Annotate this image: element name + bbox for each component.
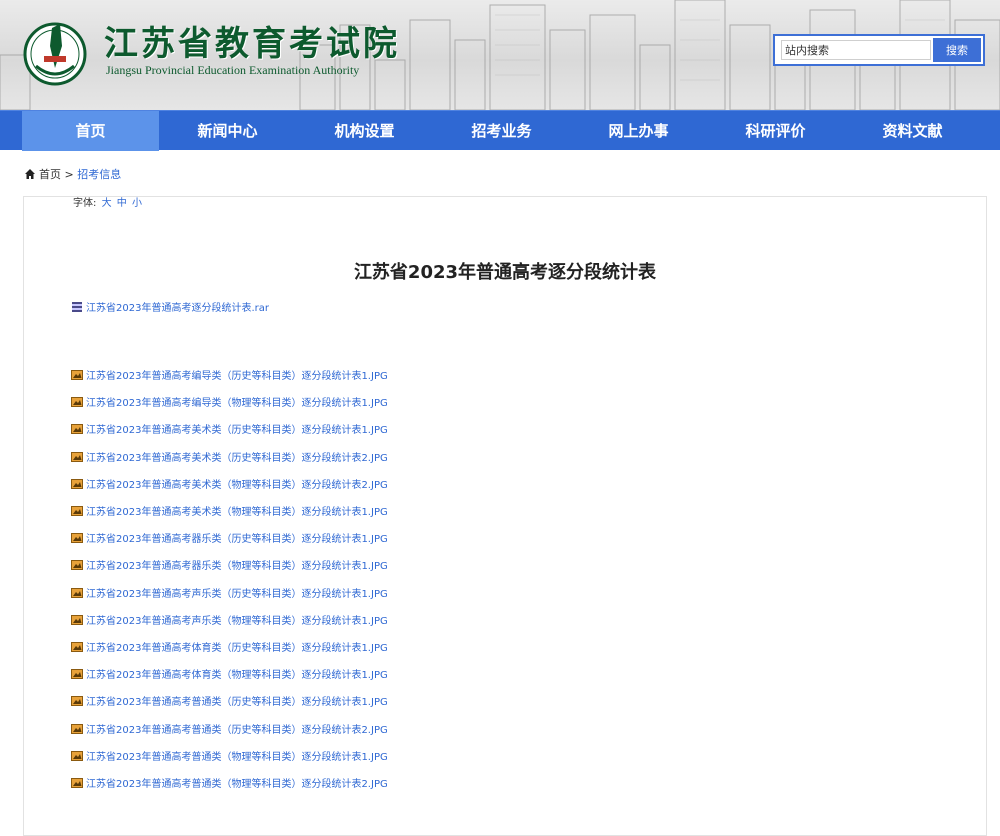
nav-item-home[interactable]: 首页 bbox=[22, 111, 159, 151]
image-file-icon bbox=[71, 696, 83, 707]
nav-item-research[interactable]: 科研评价 bbox=[707, 111, 844, 151]
image-attachment-name[interactable]: 江苏省2023年普通高考美术类（历史等科目类）逐分段统计表2.JPG bbox=[86, 453, 388, 464]
site-header: 江苏省教育考试院 Jiangsu Provincial Education Ex… bbox=[0, 0, 1000, 110]
image-attachment-link[interactable]: 江苏省2023年普通高考体育类（物理等科目类）逐分段统计表1.JPG bbox=[71, 668, 388, 684]
font-size-small[interactable]: 小 bbox=[132, 198, 142, 209]
image-attachment-name[interactable]: 江苏省2023年普通高考普通类（物理等科目类）逐分段统计表1.JPG bbox=[86, 752, 388, 763]
image-attachment-name[interactable]: 江苏省2023年普通高考体育类（历史等科目类）逐分段统计表1.JPG bbox=[86, 643, 388, 654]
image-attachment-name[interactable]: 江苏省2023年普通高考美术类（历史等科目类）逐分段统计表1.JPG bbox=[86, 425, 388, 436]
image-file-icon bbox=[71, 560, 83, 571]
image-attachment-name[interactable]: 江苏省2023年普通高考普通类（物理等科目类）逐分段统计表2.JPG bbox=[86, 779, 388, 790]
logo-english-name[interactable]: Jiangsu Provincial Education Examination… bbox=[106, 63, 359, 77]
article-title: 江苏省2023年普通高考逐分段统计表 bbox=[353, 262, 657, 283]
image-file-icon bbox=[71, 669, 83, 680]
image-attachment-name[interactable]: 江苏省2023年普通高考普通类（历史等科目类）逐分段统计表1.JPG bbox=[86, 697, 388, 708]
font-size-label: 字体: bbox=[73, 198, 97, 209]
image-file-icon bbox=[71, 723, 83, 734]
image-attachment-link[interactable]: 江苏省2023年普通高考普通类（历史等科目类）逐分段统计表2.JPG bbox=[71, 723, 388, 739]
image-attachment-link[interactable]: 江苏省2023年普通高考美术类（物理等科目类）逐分段统计表2.JPG bbox=[71, 478, 388, 494]
breadcrumb-separator: > bbox=[64, 168, 74, 181]
image-attachment-name[interactable]: 江苏省2023年普通高考普通类（历史等科目类）逐分段统计表2.JPG bbox=[86, 725, 388, 736]
image-attachment-link[interactable]: 江苏省2023年普通高考声乐类（物理等科目类）逐分段统计表1.JPG bbox=[71, 614, 388, 630]
search-button[interactable]: 搜索 bbox=[933, 38, 981, 62]
image-attachment-link[interactable]: 江苏省2023年普通高考声乐类（历史等科目类）逐分段统计表1.JPG bbox=[71, 587, 388, 603]
image-attachment-link[interactable]: 江苏省2023年普通高考编导类（历史等科目类）逐分段统计表1.JPG bbox=[71, 369, 388, 385]
main-navigation: 首页 新闻中心 机构设置 招考业务 网上办事 科研评价 资料文献 bbox=[0, 110, 1000, 151]
image-file-icon bbox=[71, 478, 83, 489]
image-file-icon bbox=[71, 587, 83, 598]
image-attachment-link[interactable]: 江苏省2023年普通高考美术类（历史等科目类）逐分段统计表1.JPG bbox=[71, 423, 388, 439]
image-attachment-link[interactable]: 江苏省2023年普通高考美术类（历史等科目类）逐分段统计表2.JPG bbox=[71, 451, 388, 467]
image-attachment-name[interactable]: 江苏省2023年普通高考美术类（物理等科目类）逐分段统计表1.JPG bbox=[86, 507, 388, 518]
font-size-switcher: 字体: 大 中 小 bbox=[73, 197, 142, 211]
image-attachment-name[interactable]: 江苏省2023年普通高考器乐类（历史等科目类）逐分段统计表1.JPG bbox=[86, 534, 388, 545]
image-file-icon bbox=[71, 370, 83, 380]
image-attachment-name[interactable]: 江苏省2023年普通高考器乐类（物理等科目类）逐分段统计表1.JPG bbox=[86, 561, 388, 572]
image-attachment-name[interactable]: 江苏省2023年普通高考编导类（物理等科目类）逐分段统计表1.JPG bbox=[86, 398, 388, 409]
image-attachment-link[interactable]: 江苏省2023年普通高考普通类（物理等科目类）逐分段统计表2.JPG bbox=[71, 777, 388, 793]
search-input[interactable] bbox=[781, 40, 931, 60]
image-attachment-link[interactable]: 江苏省2023年普通高考器乐类（历史等科目类）逐分段统计表1.JPG bbox=[71, 532, 388, 548]
nav-item-news[interactable]: 新闻中心 bbox=[159, 111, 296, 151]
image-file-icon bbox=[71, 451, 83, 462]
breadcrumb-home[interactable]: 首页 bbox=[39, 168, 61, 181]
image-attachment-link[interactable]: 江苏省2023年普通高考体育类（历史等科目类）逐分段统计表1.JPG bbox=[71, 641, 388, 657]
image-attachment-name[interactable]: 江苏省2023年普通高考声乐类（物理等科目类）逐分段统计表1.JPG bbox=[86, 616, 388, 627]
nav-item-organization[interactable]: 机构设置 bbox=[296, 111, 433, 151]
logo-emblem-icon[interactable] bbox=[22, 16, 88, 90]
image-file-icon bbox=[71, 533, 83, 544]
article-panel: 字体: 大 中 小 江苏省2023年普通高考逐分段统计表 江苏省2023年普通高… bbox=[23, 196, 987, 836]
image-attachment-link[interactable]: 江苏省2023年普通高考美术类（物理等科目类）逐分段统计表1.JPG bbox=[71, 505, 388, 521]
breadcrumb: 首页 > 招考信息 bbox=[24, 166, 121, 184]
image-file-icon bbox=[71, 778, 83, 788]
breadcrumb-current[interactable]: 招考信息 bbox=[77, 168, 121, 181]
font-size-large[interactable]: 大 bbox=[102, 198, 112, 209]
nav-item-admissions[interactable]: 招考业务 bbox=[433, 111, 570, 151]
image-attachment-name[interactable]: 江苏省2023年普通高考体育类（物理等科目类）逐分段统计表1.JPG bbox=[86, 670, 388, 681]
image-file-icon bbox=[71, 506, 83, 516]
archive-icon bbox=[72, 302, 82, 312]
image-attachment-link[interactable]: 江苏省2023年普通高考编导类（物理等科目类）逐分段统计表1.JPG bbox=[71, 396, 388, 412]
attachment-archive-name[interactable]: 江苏省2023年普通高考逐分段统计表.rar bbox=[86, 303, 269, 314]
image-file-icon bbox=[71, 397, 83, 408]
font-size-medium[interactable]: 中 bbox=[117, 198, 127, 209]
image-attachment-name[interactable]: 江苏省2023年普通高考编导类（历史等科目类）逐分段统计表1.JPG bbox=[86, 371, 388, 382]
image-file-icon bbox=[71, 614, 83, 625]
image-attachment-link[interactable]: 江苏省2023年普通高考普通类（历史等科目类）逐分段统计表1.JPG bbox=[71, 695, 388, 711]
image-file-icon bbox=[71, 642, 83, 652]
image-attachment-link[interactable]: 江苏省2023年普通高考普通类（物理等科目类）逐分段统计表1.JPG bbox=[71, 750, 388, 766]
home-icon bbox=[25, 169, 35, 179]
attachment-archive-link[interactable]: 江苏省2023年普通高考逐分段统计表.rar bbox=[71, 301, 269, 317]
image-attachment-link[interactable]: 江苏省2023年普通高考器乐类（物理等科目类）逐分段统计表1.JPG bbox=[71, 559, 388, 575]
image-file-icon bbox=[71, 750, 83, 761]
search-box: 搜索 bbox=[773, 34, 985, 66]
image-file-icon bbox=[71, 424, 83, 435]
image-attachment-name[interactable]: 江苏省2023年普通高考声乐类（历史等科目类）逐分段统计表1.JPG bbox=[86, 589, 388, 600]
image-attachment-name[interactable]: 江苏省2023年普通高考美术类（物理等科目类）逐分段统计表2.JPG bbox=[86, 480, 388, 491]
nav-item-documents[interactable]: 资料文献 bbox=[844, 111, 981, 151]
nav-item-online-services[interactable]: 网上办事 bbox=[570, 111, 707, 151]
logo-chinese-name[interactable]: 江苏省教育考试院 bbox=[104, 24, 400, 64]
